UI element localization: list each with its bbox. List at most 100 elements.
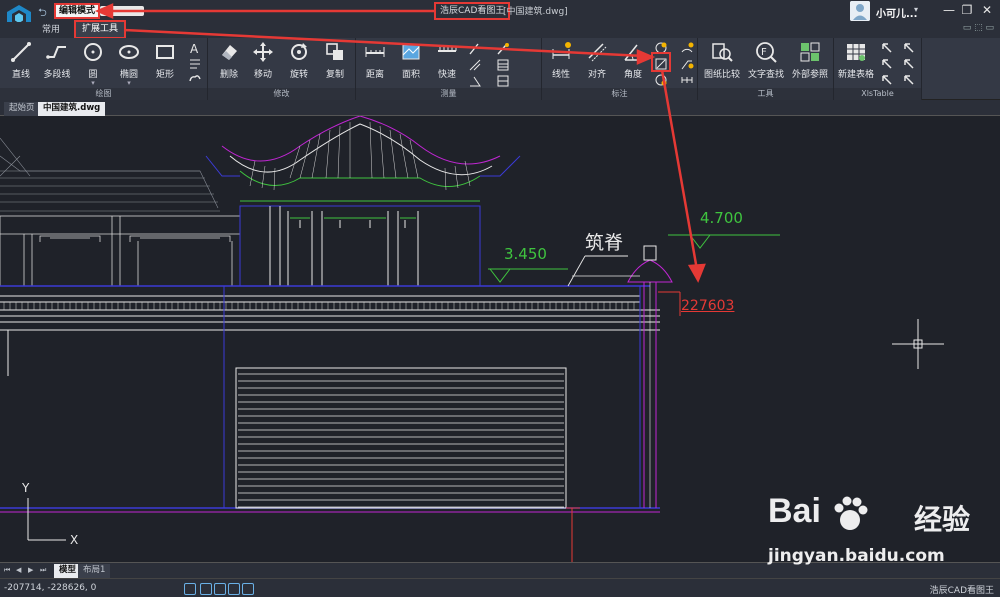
table-import-icon[interactable] bbox=[880, 41, 894, 55]
last-layout-icon[interactable]: ⏭ bbox=[40, 566, 46, 575]
snap-icon[interactable] bbox=[214, 583, 226, 595]
distance-button[interactable]: 距离 bbox=[358, 41, 392, 85]
edit-mode-button[interactable]: 编辑模式 bbox=[54, 3, 101, 19]
circle-button[interactable]: 圆 ▾ bbox=[76, 41, 110, 87]
cursor-coordinates: -207714, -228626, 0 bbox=[4, 583, 97, 593]
group-modify-title: 修改 bbox=[208, 88, 355, 100]
left-roof-hatch bbox=[0, 137, 220, 212]
aligned-dim-button[interactable]: 对齐 bbox=[580, 41, 614, 85]
line-label: 直线 bbox=[11, 70, 30, 80]
delete-button[interactable]: 删除 bbox=[212, 41, 246, 85]
table-export-icon[interactable] bbox=[902, 41, 916, 55]
rectangle-button[interactable]: 矩形 bbox=[148, 41, 182, 85]
text-find-icon: F bbox=[756, 42, 777, 63]
measure-list-icon[interactable] bbox=[496, 74, 510, 88]
group-xlstable: 新建表格 XlsTable bbox=[834, 38, 922, 100]
line-button[interactable]: 直线 bbox=[4, 41, 38, 85]
ridge-leader bbox=[567, 255, 628, 287]
undo-icon[interactable]: ⮌ bbox=[38, 4, 47, 23]
measure-table-icon[interactable] bbox=[496, 58, 510, 72]
leader-icon[interactable] bbox=[680, 57, 694, 71]
ribbon-display-controls[interactable]: ▭ ⬚ ▭ bbox=[963, 23, 994, 33]
next-layout-icon[interactable]: ▶ bbox=[28, 566, 33, 574]
xref-icon bbox=[800, 42, 820, 62]
shutter-door bbox=[235, 367, 567, 509]
dimension-lines bbox=[566, 291, 681, 562]
circle-icon bbox=[84, 43, 102, 61]
baidu-watermark: Bai 经验 jingyan.baidu.com bbox=[768, 488, 998, 572]
table-select-icon[interactable] bbox=[880, 57, 894, 71]
ridge-post bbox=[572, 245, 673, 508]
new-table-button[interactable]: 新建表格 bbox=[836, 41, 876, 85]
polyline-button[interactable]: 多段线 bbox=[40, 41, 74, 85]
ucs-axis-icon bbox=[27, 498, 66, 541]
angle-dimension-icon bbox=[624, 44, 641, 61]
move-button[interactable]: 移动 bbox=[246, 41, 280, 85]
text-tool-icon[interactable]: A bbox=[188, 41, 202, 55]
tab-model[interactable]: 模型 bbox=[54, 564, 82, 578]
left-facade bbox=[0, 215, 241, 287]
user-menu-chevron-icon[interactable]: ▾ bbox=[914, 5, 918, 14]
quick-measure-button[interactable]: 快速 bbox=[430, 41, 464, 85]
watermark-brand: Bai bbox=[768, 492, 821, 530]
ellipse-button[interactable]: 椭圆 ▾ bbox=[112, 41, 146, 87]
drawing-compare-button[interactable]: 图纸比较 bbox=[702, 41, 742, 85]
table-pick-icon[interactable] bbox=[880, 73, 894, 87]
user-name[interactable]: 小可儿... bbox=[876, 5, 917, 20]
zoom-icon[interactable] bbox=[184, 583, 196, 595]
arc-dim-icon[interactable] bbox=[680, 41, 694, 55]
measure-arc-icon[interactable] bbox=[468, 42, 482, 56]
rotate-button[interactable]: 旋转 bbox=[282, 41, 316, 85]
group-measure: 距离 面积 快速 测量 bbox=[356, 38, 542, 100]
copy-button[interactable]: 复制 bbox=[318, 41, 352, 85]
diameter-dim-icon[interactable] bbox=[654, 73, 668, 87]
tab-layout1[interactable]: 布局1 bbox=[78, 564, 111, 578]
ribbon-tabs: 常用 扩展工具 ▭ ⬚ ▭ bbox=[0, 20, 1000, 39]
dimension-value: 227603 bbox=[681, 298, 735, 314]
angle-dim-button[interactable]: 角度 bbox=[616, 41, 650, 85]
svg-text:A: A bbox=[190, 42, 199, 55]
tab-drawing-file[interactable]: 中国建筑.dwg bbox=[38, 102, 106, 116]
external-reference-button[interactable]: 外部参照 bbox=[790, 41, 830, 85]
group-annotate: 线性 对齐 角度 标注 bbox=[542, 38, 698, 100]
fullscreen-icon[interactable] bbox=[242, 583, 254, 595]
ucs-x-label: X bbox=[70, 533, 78, 547]
rectangle-label: 矩形 bbox=[155, 70, 174, 80]
ellipse-dropdown-icon[interactable]: ▾ bbox=[112, 80, 146, 87]
revision-cloud-icon[interactable] bbox=[188, 71, 202, 85]
grid-icon[interactable] bbox=[228, 583, 240, 595]
delete-label: 删除 bbox=[219, 70, 238, 80]
text-search-button[interactable]: F 文字查找 bbox=[746, 41, 786, 85]
close-button[interactable]: ✕ bbox=[978, 3, 996, 18]
tab-common[interactable]: 常用 bbox=[36, 22, 66, 38]
rotate-label: 旋转 bbox=[289, 70, 308, 80]
status-bar: -207714, -228626, 0 浩辰CAD看图王 bbox=[0, 578, 1000, 597]
area-button[interactable]: 面积 bbox=[394, 41, 428, 85]
circle-dropdown-icon[interactable]: ▾ bbox=[76, 80, 110, 87]
elevation-symbol-a bbox=[488, 268, 568, 283]
first-layout-icon[interactable]: ⏮ bbox=[4, 566, 10, 575]
table-link-icon[interactable] bbox=[902, 73, 916, 87]
minimize-button[interactable]: — bbox=[940, 3, 958, 18]
pan-icon[interactable] bbox=[200, 583, 212, 595]
linear-dim-button[interactable]: 线性 bbox=[544, 41, 578, 85]
text-search-label: 文字查找 bbox=[747, 70, 784, 80]
title-bar: ⮌ 编辑模式 浩辰CAD看图王 [中国建筑.dwg] 小可儿... ▾ — ❐ … bbox=[0, 0, 1000, 31]
mode-toggle[interactable] bbox=[100, 6, 144, 16]
svg-text:F: F bbox=[761, 47, 767, 58]
angle-dim-label: 角度 bbox=[623, 70, 642, 80]
measure-coord-icon[interactable] bbox=[468, 58, 482, 72]
multiline-text-icon[interactable] bbox=[188, 56, 202, 70]
tab-extension-tools[interactable]: 扩展工具 bbox=[74, 20, 127, 39]
continue-dim-icon[interactable] bbox=[680, 73, 694, 87]
prev-layout-icon[interactable]: ◀ bbox=[16, 566, 21, 574]
group-xlstable-title: XlsTable bbox=[834, 88, 921, 100]
measure-length-icon[interactable] bbox=[496, 42, 510, 56]
tab-start-page[interactable]: 起始页 bbox=[4, 102, 40, 116]
quick-measure-label: 快速 bbox=[437, 70, 456, 80]
measure-angle-icon[interactable] bbox=[468, 74, 482, 88]
table-update-icon[interactable] bbox=[902, 57, 916, 71]
user-avatar-icon[interactable] bbox=[850, 1, 870, 21]
restore-button[interactable]: ❐ bbox=[958, 3, 976, 18]
line-icon bbox=[11, 42, 31, 62]
